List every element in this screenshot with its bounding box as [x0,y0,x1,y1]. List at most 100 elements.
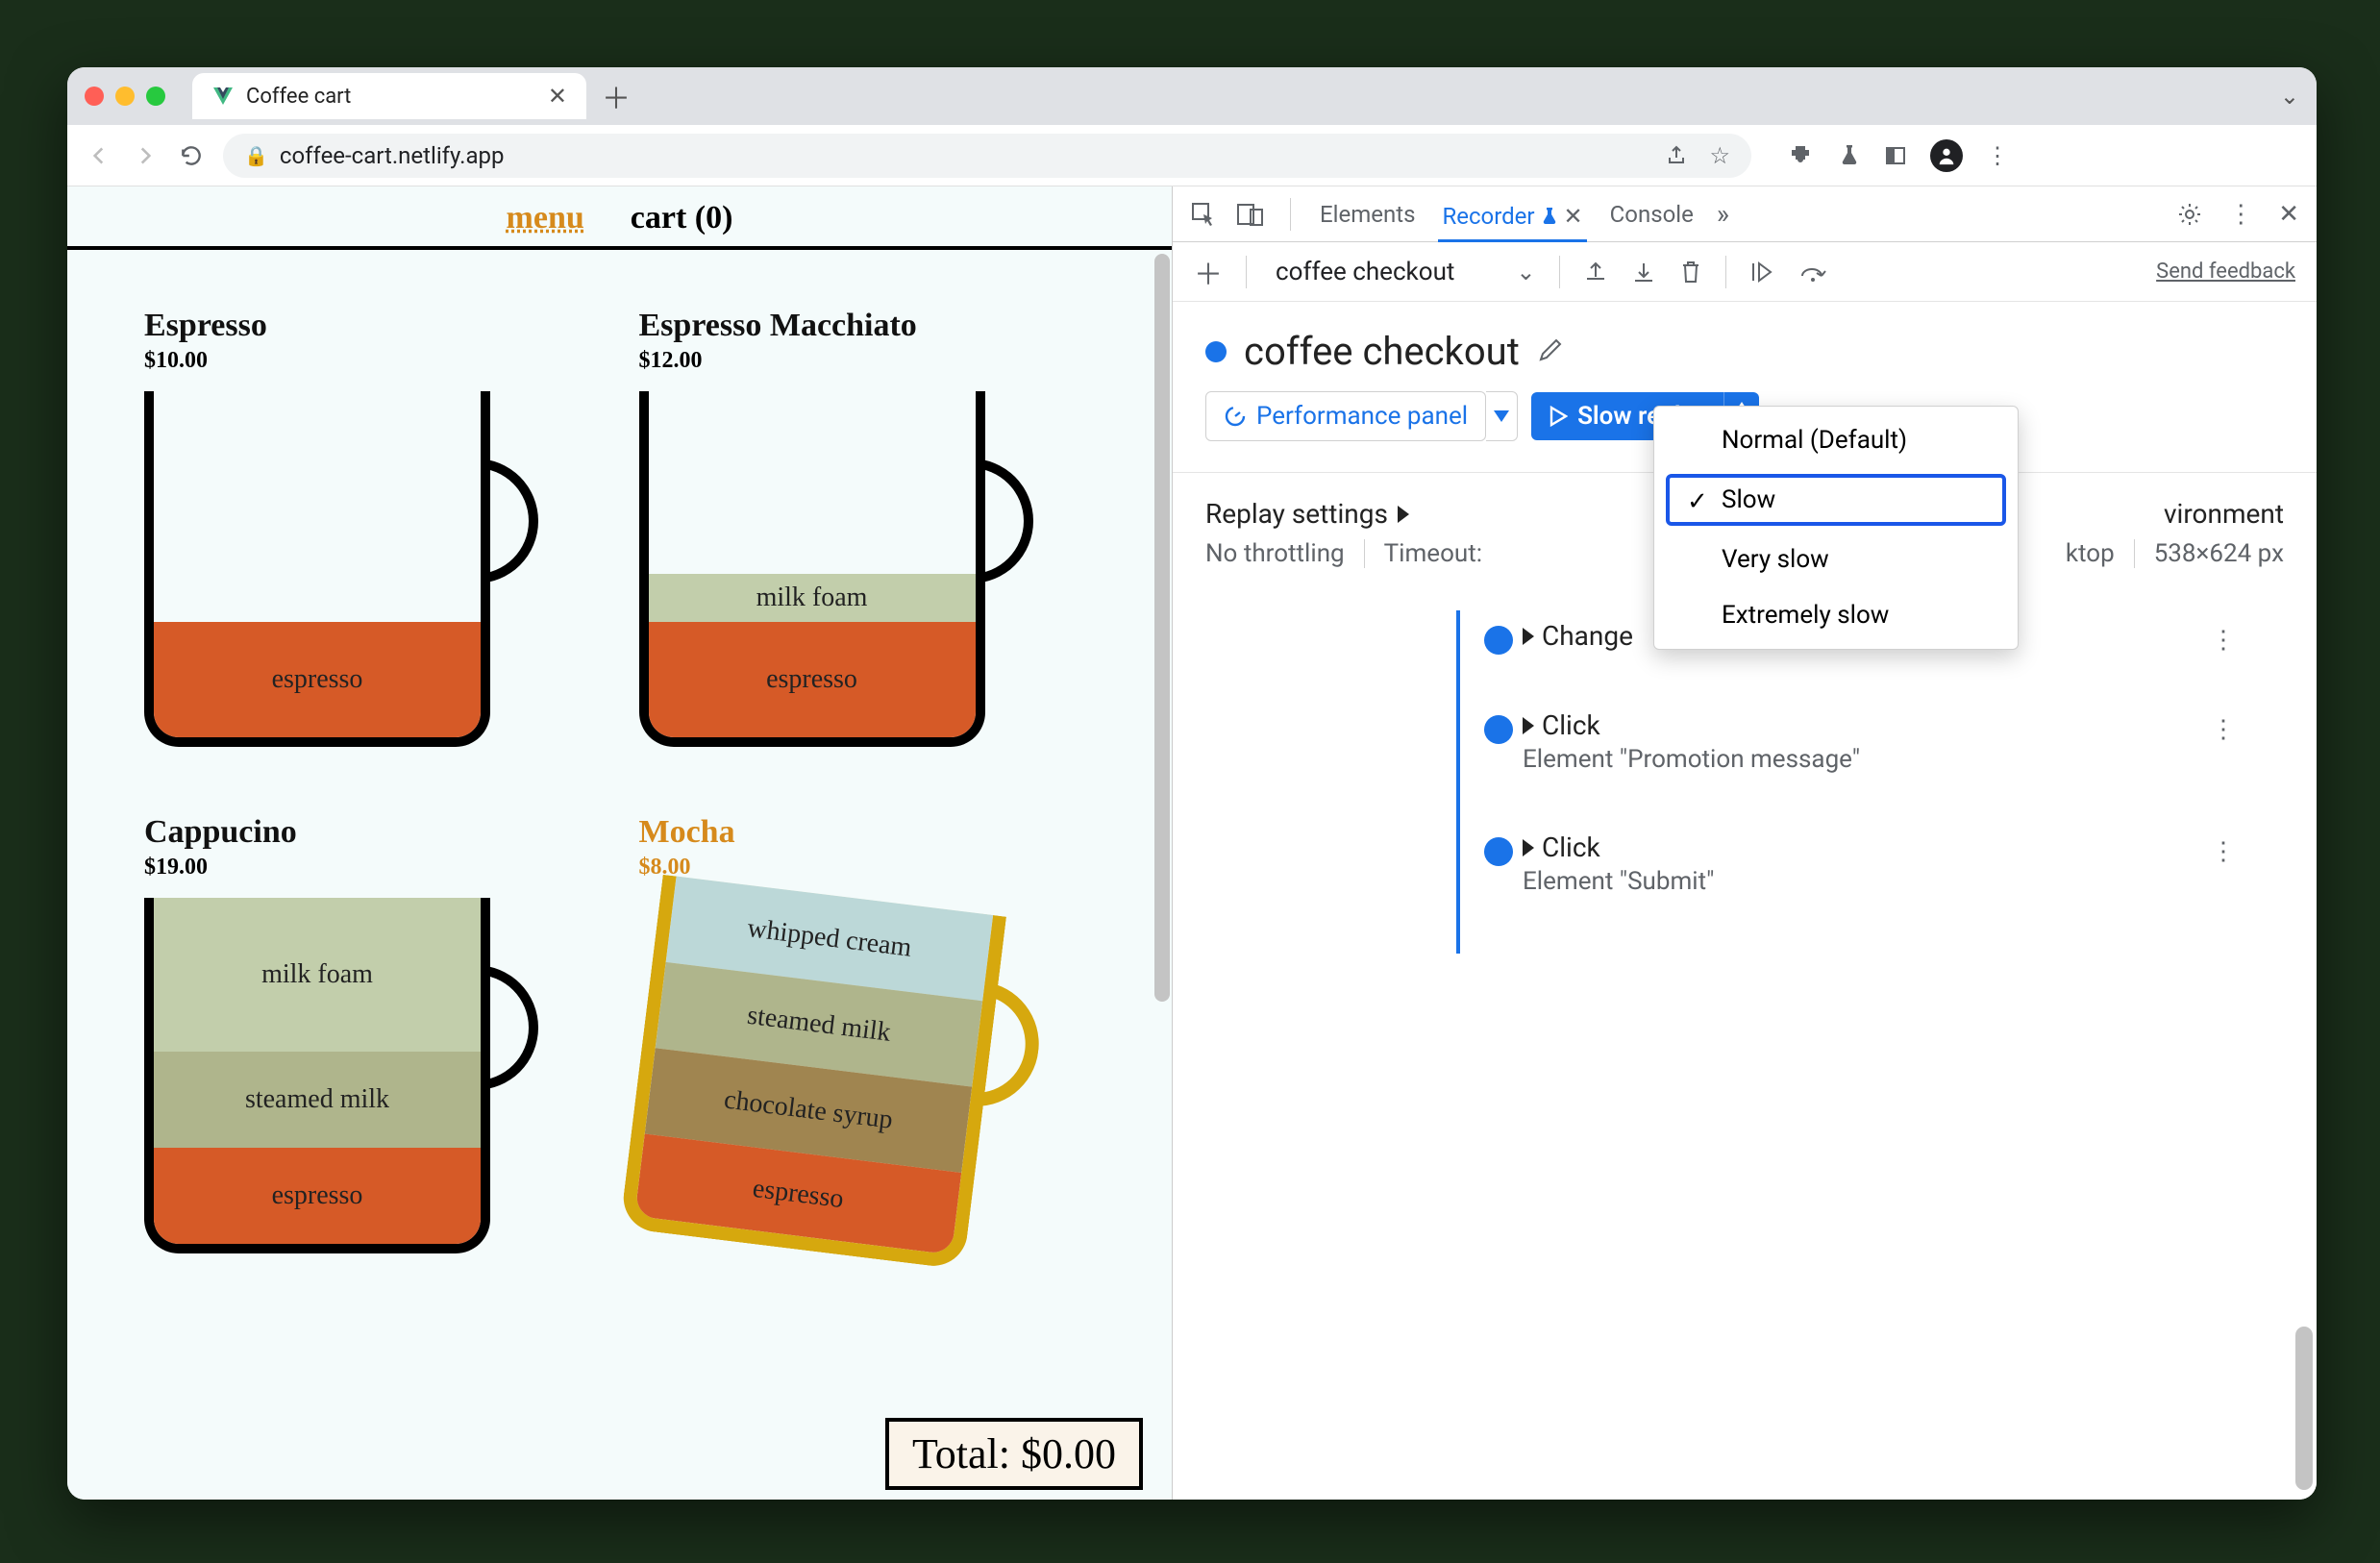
cup-macchiato: milk foam espresso [639,391,1043,757]
step-more-icon[interactable]: ⋮ [2211,626,2236,655]
chevron-right-icon [1398,506,1409,523]
kebab-menu-icon[interactable]: ⋮ [1986,142,2011,169]
tab-recorder[interactable]: Recorder ✕ [1438,197,1586,242]
devtools-tabs: Elements Recorder ✕ Console » ⋮ ✕ [1173,186,2317,242]
tabs-dropdown-icon[interactable]: ⌄ [2280,83,2299,110]
timeline-step[interactable]: Click Element "Submit" ⋮ [1215,831,2274,896]
layer-choco: chocolate syrup [722,1084,894,1135]
page-scrollbar[interactable] [1153,254,1170,1500]
step-title: Change [1542,620,1633,652]
close-devtools-icon[interactable]: ✕ [2278,200,2299,229]
recording-status-dot [1205,341,1227,362]
close-window-button[interactable] [85,87,104,106]
cup-mocha: whipped cream steamed milk chocolate syr… [618,875,1063,1286]
layer-milkfoam: milk foam [756,583,868,613]
step-title: Click [1542,831,1600,863]
step-title: Click [1542,709,1600,741]
lock-icon: 🔒 [244,144,268,167]
product-cappucino[interactable]: Cappucino $19.00 milk foam steamed milk … [144,814,601,1263]
viewport-size: 538×624 px [2154,539,2284,568]
more-tabs-icon[interactable]: » [1717,198,1729,230]
total-box[interactable]: Total: $0.00 [885,1418,1143,1490]
step-replay-icon[interactable] [1749,260,1776,285]
settings-gear-icon[interactable] [2176,201,2203,228]
inspect-icon[interactable] [1190,201,1217,228]
timeline-step[interactable]: Click Element "Promotion message" ⋮ [1215,709,2274,774]
delete-icon[interactable] [1679,260,1702,285]
performance-panel-button[interactable]: Performance panel [1205,391,1486,441]
devtools-panel: Elements Recorder ✕ Console » ⋮ ✕ ＋ coff… [1173,186,2317,1500]
back-button[interactable] [85,141,113,170]
bookmark-icon[interactable]: ☆ [1709,142,1730,169]
product-price: $12.00 [639,348,1096,374]
product-price: $10.00 [144,348,601,374]
profile-avatar[interactable] [1930,139,1963,172]
maximize-window-button[interactable] [146,87,165,106]
tab-title: Coffee cart [246,85,351,109]
step-more-icon[interactable]: ⋮ [2211,837,2236,866]
close-tab-recorder-icon[interactable]: ✕ [1564,203,1583,230]
new-tab-button[interactable]: ＋ [602,75,631,117]
product-price: $8.00 [639,855,1096,881]
replay-speed-option-extremely-slow[interactable]: Extremely slow [1654,587,2018,643]
replay-speed-menu: Normal (Default) ✓ Slow Very slow Extrem… [1653,406,2019,650]
nav-cart-link[interactable]: cart (0) [631,200,733,236]
no-throttling-label: No throttling [1205,539,1345,568]
recording-title: coffee checkout [1244,329,1520,374]
replay-speed-option-very-slow[interactable]: Very slow [1654,532,2018,587]
layer-milkfoam: milk foam [261,959,373,990]
replay-speed-option-normal[interactable]: Normal (Default) [1654,412,2018,468]
share-icon[interactable] [1665,144,1688,167]
recording-dropdown-icon[interactable]: ⌄ [1516,259,1535,285]
nav-menu-link[interactable]: menu [507,200,584,236]
url-text: coffee-cart.netlify.app [280,142,505,169]
address-bar[interactable]: 🔒 coffee-cart.netlify.app ☆ [223,134,1751,178]
product-macchiato[interactable]: Espresso Macchiato $12.00 milk foam espr… [639,308,1096,757]
replay-settings-label[interactable]: Replay settings [1205,498,1388,530]
recording-selector[interactable]: coffee checkout [1276,258,1454,286]
flask-icon [1541,207,1558,226]
devtools-kebab-icon[interactable]: ⋮ [2228,200,2253,229]
page-content: menu cart (0) Espresso $10.00 espresso [67,186,1173,1500]
new-recording-icon[interactable]: ＋ [1194,251,1223,293]
performance-panel-dropdown[interactable] [1486,391,1518,441]
replay-speed-option-slow[interactable]: ✓ Slow [1664,472,2008,528]
chevron-right-icon [1523,628,1534,645]
edit-pencil-icon[interactable] [1537,338,1564,365]
tab-recorder-label: Recorder [1442,203,1534,230]
panel-icon[interactable] [1884,144,1907,167]
product-title: Espresso Macchiato [639,308,1096,344]
recorder-toolbar: ＋ coffee checkout ⌄ Send feedback [1173,242,2317,302]
step-over-icon[interactable] [1799,260,1828,284]
import-icon[interactable] [1631,260,1656,285]
layer-whipped: whipped cream [745,913,912,964]
tab-elements[interactable]: Elements [1316,195,1419,234]
forward-button[interactable] [131,141,160,170]
devtools-scrollbar[interactable] [2295,1327,2313,1490]
export-icon[interactable] [1583,260,1608,285]
close-tab-icon[interactable]: ✕ [548,83,567,110]
window-controls [85,87,165,106]
layer-espresso: espresso [751,1174,845,1215]
reload-button[interactable] [177,141,206,170]
layer-steamed: steamed milk [745,1001,892,1049]
send-feedback-link[interactable]: Send feedback [2156,260,2295,284]
step-more-icon[interactable]: ⋮ [2211,715,2236,744]
browser-toolbar: 🔒 coffee-cart.netlify.app ☆ ⋮ [67,125,2317,186]
browser-tab[interactable]: Coffee cart ✕ [192,73,586,119]
environment-label[interactable]: vironment [2164,498,2284,530]
performance-panel-label: Performance panel [1256,402,1468,431]
device-toggle-icon[interactable] [1236,202,1265,227]
minimize-window-button[interactable] [115,87,135,106]
toolbar-right: ⋮ [1790,139,2011,172]
product-mocha[interactable]: Mocha $8.00 whipped cream steamed milk c… [639,814,1096,1263]
steps-timeline: Change ⋮ Click Element "Promotion messag… [1173,620,2317,954]
browser-window: Coffee cart ✕ ＋ ⌄ 🔒 coffee-cart.netlify.… [67,67,2317,1500]
viewport-kind: ktop [2066,539,2115,568]
product-espresso[interactable]: Espresso $10.00 espresso [144,308,601,757]
extensions-icon[interactable] [1790,143,1815,168]
labs-flask-icon[interactable] [1838,143,1861,168]
product-title: Mocha [639,814,1096,851]
tab-console[interactable]: Console [1606,195,1698,234]
layer-espresso: espresso [272,1180,363,1211]
